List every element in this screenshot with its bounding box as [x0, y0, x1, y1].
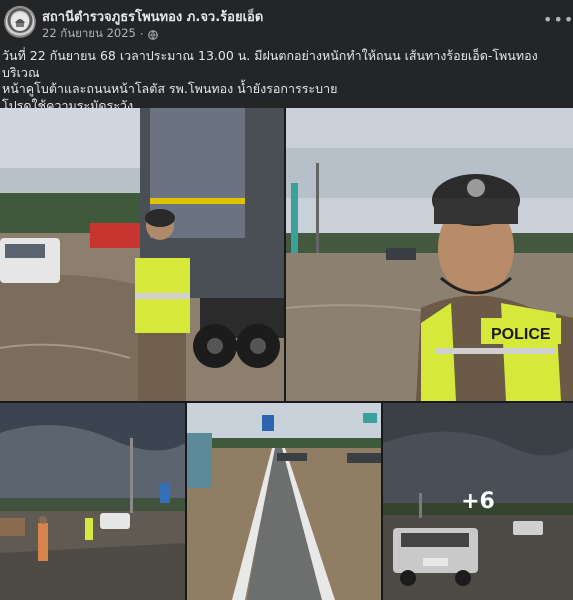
post-header: สถานีตำรวจภูธรโพนทอง ภ.จว.ร้อยเอ็ด 22 กั…: [0, 0, 573, 44]
globe-icon: [147, 29, 158, 40]
post-text-line: หน้าคูโบต้าและถนนหน้าโลตัส รพ.โพนทอง น้ำ…: [2, 81, 338, 96]
post-meta: 22 กันยายน 2025 ·: [42, 25, 158, 43]
page-avatar[interactable]: [4, 6, 36, 38]
more-photos-count: +6: [461, 489, 495, 514]
vest-label: POLICE: [491, 326, 551, 343]
photo-grid: POLICE +6: [0, 108, 573, 600]
post-date[interactable]: 22 กันยายน 2025: [42, 25, 136, 43]
more-photos-overlay[interactable]: +6: [383, 403, 573, 600]
photo-road-median[interactable]: [187, 403, 381, 600]
photo-pickup-more[interactable]: +6: [383, 403, 573, 600]
post-text: วันที่ 22 กันยายน 68 เวลาประมาณ 13.00 น.…: [2, 48, 570, 114]
page-name[interactable]: สถานีตำรวจภูธรโพนทอง ภ.จว.ร้อยเอ็ด: [42, 6, 263, 27]
photo-officer-truck[interactable]: [0, 108, 284, 401]
photo-officer-closeup[interactable]: POLICE: [286, 108, 573, 401]
photo-flooded-road[interactable]: [0, 403, 185, 600]
meta-separator: ·: [139, 27, 144, 41]
post-text-line: วันที่ 22 กันยายน 68 เวลาประมาณ 13.00 น.…: [2, 48, 538, 80]
more-options-button[interactable]: •••: [543, 10, 573, 30]
